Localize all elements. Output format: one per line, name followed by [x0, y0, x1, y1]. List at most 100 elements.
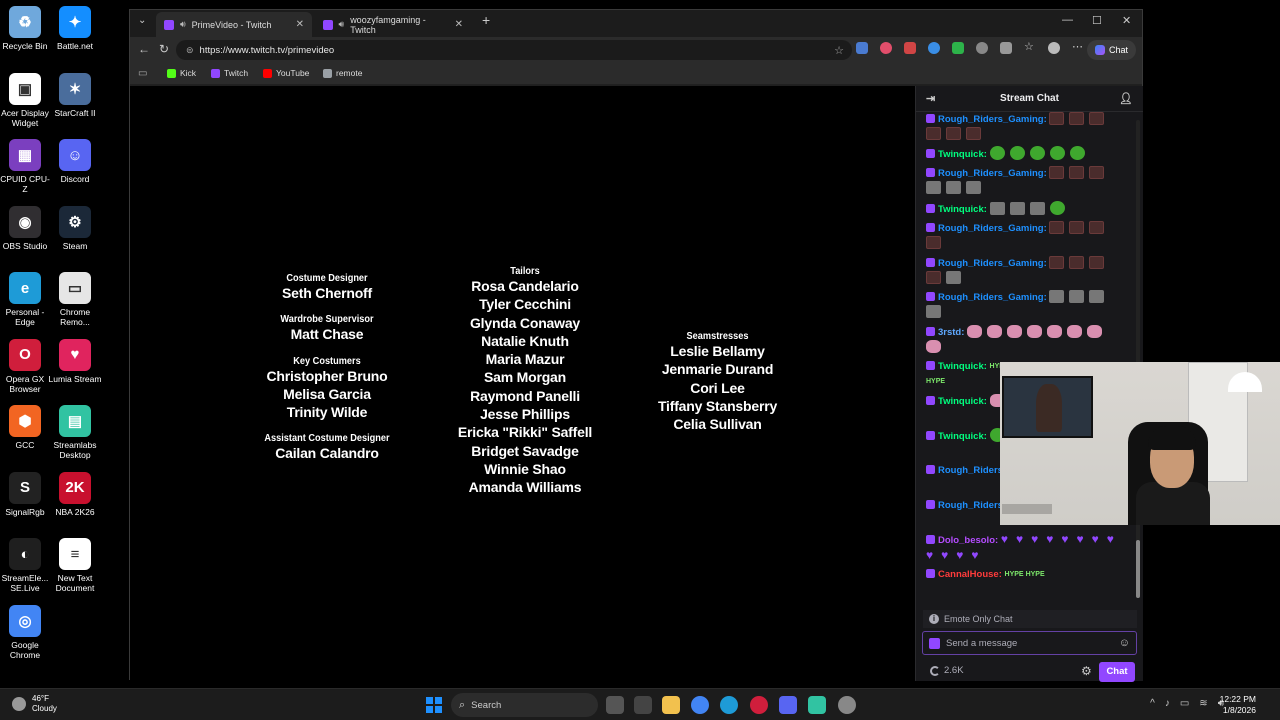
- emote-icon[interactable]: [1087, 325, 1103, 338]
- maximize-icon[interactable]: ☐: [1092, 14, 1102, 27]
- user-badge-icon[interactable]: [926, 361, 935, 370]
- user-badge-icon[interactable]: [926, 569, 935, 578]
- widgets-icon[interactable]: [634, 696, 652, 714]
- clock[interactable]: 12:22 PM 1/8/2026: [1220, 694, 1256, 716]
- chat-username[interactable]: Rough_Riders_Gaming:: [938, 114, 1047, 125]
- desktop-icon[interactable]: ♻ Recycle Bin: [0, 6, 52, 51]
- emote-icon[interactable]: [967, 325, 983, 338]
- emote-icon[interactable]: [966, 181, 981, 194]
- desktop-icon[interactable]: ▦ CPUID CPU-Z: [0, 139, 52, 194]
- emote-icon[interactable]: [926, 340, 941, 353]
- emote-icon[interactable]: [926, 181, 941, 194]
- user-badge-icon[interactable]: [926, 258, 935, 267]
- chat-username[interactable]: CannalHouse:: [938, 569, 1002, 580]
- channel-points[interactable]: 2.6K: [930, 665, 964, 676]
- emote-icon[interactable]: ♥: [1061, 532, 1068, 547]
- emote-icon[interactable]: [1009, 146, 1025, 160]
- emote-icon[interactable]: [1009, 202, 1025, 215]
- extensions-puzzle-icon[interactable]: [1000, 42, 1012, 54]
- video-player[interactable]: Costume Designer Seth Chernoff Wardrobe Su…: [130, 86, 915, 681]
- chat-username[interactable]: Twinquick:: [938, 204, 987, 215]
- emote-icon[interactable]: ♥: [926, 548, 933, 563]
- emote-icon[interactable]: [1089, 112, 1105, 125]
- user-badge-icon[interactable]: [926, 535, 935, 544]
- badge-icon[interactable]: [929, 637, 940, 649]
- extension-icon[interactable]: [880, 42, 892, 54]
- emote-icon[interactable]: [1049, 221, 1065, 234]
- emote-icon[interactable]: [1049, 146, 1065, 160]
- more-icon[interactable]: ⋯: [1072, 40, 1084, 53]
- emote-icon[interactable]: [1029, 202, 1045, 215]
- desktop-icon[interactable]: ▭ Chrome Remo...: [48, 272, 102, 327]
- user-badge-icon[interactable]: [926, 500, 935, 509]
- bookmark-youtube[interactable]: YouTube: [263, 68, 309, 78]
- tab-primevideo[interactable]: 🔊︎ PrimeVideo - Twitch ✕: [156, 12, 312, 37]
- chat-username[interactable]: Rough_Riders_Gaming:: [938, 258, 1047, 269]
- chat-username[interactable]: Twinquick:: [938, 149, 987, 160]
- chat-settings-icon[interactable]: ⚙: [1081, 664, 1092, 678]
- desktop-icon[interactable]: O Opera GX Browser: [0, 338, 52, 394]
- tab-woozyfamgaming[interactable]: 🔊︎ woozyfamgaming - Twitch ✕: [315, 12, 471, 37]
- display-icon[interactable]: ▭: [1180, 698, 1189, 709]
- user-badge-icon[interactable]: [926, 292, 935, 301]
- chrome-icon[interactable]: [691, 696, 709, 714]
- extension-icon[interactable]: [952, 42, 964, 54]
- emote-icon[interactable]: [966, 127, 981, 140]
- emote-icon[interactable]: [926, 236, 941, 249]
- emote-icon[interactable]: ♥: [941, 548, 948, 563]
- emote-icon[interactable]: [987, 325, 1003, 338]
- speaker-icon[interactable]: 🔊︎: [180, 19, 186, 30]
- emote-icon[interactable]: [1049, 166, 1065, 179]
- emote-icon[interactable]: [1049, 290, 1065, 303]
- emote-icon[interactable]: [926, 271, 941, 284]
- opera-gx-icon[interactable]: [750, 696, 768, 714]
- emote-icon[interactable]: [926, 305, 941, 318]
- extension-icon[interactable]: [856, 42, 868, 54]
- emote-icon[interactable]: [1089, 166, 1105, 179]
- refresh-icon[interactable]: ↻: [159, 42, 169, 56]
- user-badge-icon[interactable]: [926, 114, 935, 123]
- file-explorer-icon[interactable]: [662, 696, 680, 714]
- chat-username[interactable]: Twinquick:: [938, 431, 987, 442]
- extension-icon[interactable]: [928, 42, 940, 54]
- taskbar-search[interactable]: ⌕ Search: [451, 693, 598, 717]
- mic-icon[interactable]: ♪: [1165, 698, 1170, 709]
- user-badge-icon[interactable]: [926, 327, 935, 336]
- user-badge-icon[interactable]: [926, 431, 935, 440]
- favorite-star-icon[interactable]: ☆: [834, 44, 844, 57]
- chat-username[interactable]: Dolo_besolo:: [938, 535, 998, 546]
- emote-icon[interactable]: [1049, 201, 1065, 215]
- emote-icon[interactable]: [1069, 256, 1085, 269]
- speaker-icon[interactable]: 🔊︎: [339, 19, 345, 30]
- chat-message-input[interactable]: Send a message ☺: [922, 631, 1137, 655]
- emote-icon[interactable]: [1069, 112, 1085, 125]
- task-view-icon[interactable]: [606, 696, 624, 714]
- emote-icon[interactable]: ♥: [971, 548, 978, 563]
- user-badge-icon[interactable]: [926, 223, 935, 232]
- desktop-icon[interactable]: ▣ Acer Display Widget: [0, 72, 52, 128]
- emote-icon[interactable]: [1007, 325, 1023, 338]
- desktop-icon[interactable]: ✶ StarCraft II: [48, 72, 102, 118]
- emote-icon[interactable]: [1049, 256, 1065, 269]
- emote-icon[interactable]: [1069, 290, 1085, 303]
- emote-icon[interactable]: [1089, 290, 1105, 303]
- extension-icon[interactable]: [904, 42, 916, 54]
- desktop-icon[interactable]: 2K NBA 2K26: [48, 471, 102, 517]
- weather-widget[interactable]: 46°F Cloudy: [12, 694, 57, 714]
- emote-icon[interactable]: [1089, 256, 1105, 269]
- chat-username[interactable]: Twinquick:: [938, 396, 987, 407]
- chat-username[interactable]: Twinquick:: [938, 361, 987, 372]
- close-tab-icon[interactable]: ✕: [296, 19, 304, 30]
- streamlabs-icon[interactable]: [808, 696, 826, 714]
- community-icon[interactable]: 👤︎: [1119, 92, 1133, 105]
- emote-icon[interactable]: [1067, 325, 1083, 338]
- start-button[interactable]: [426, 697, 442, 713]
- desktop-icon[interactable]: ☺ Discord: [48, 139, 102, 184]
- desktop-icon[interactable]: ◐ StreamEle... SE.Live: [0, 538, 52, 593]
- emote-icon[interactable]: [926, 127, 941, 140]
- edge-icon[interactable]: [720, 696, 738, 714]
- close-tab-icon[interactable]: ✕: [455, 19, 463, 30]
- chat-username[interactable]: 3rstd:: [938, 327, 964, 338]
- desktop-icon[interactable]: ▤ Streamlabs Desktop: [48, 405, 102, 460]
- user-badge-icon[interactable]: [926, 465, 935, 474]
